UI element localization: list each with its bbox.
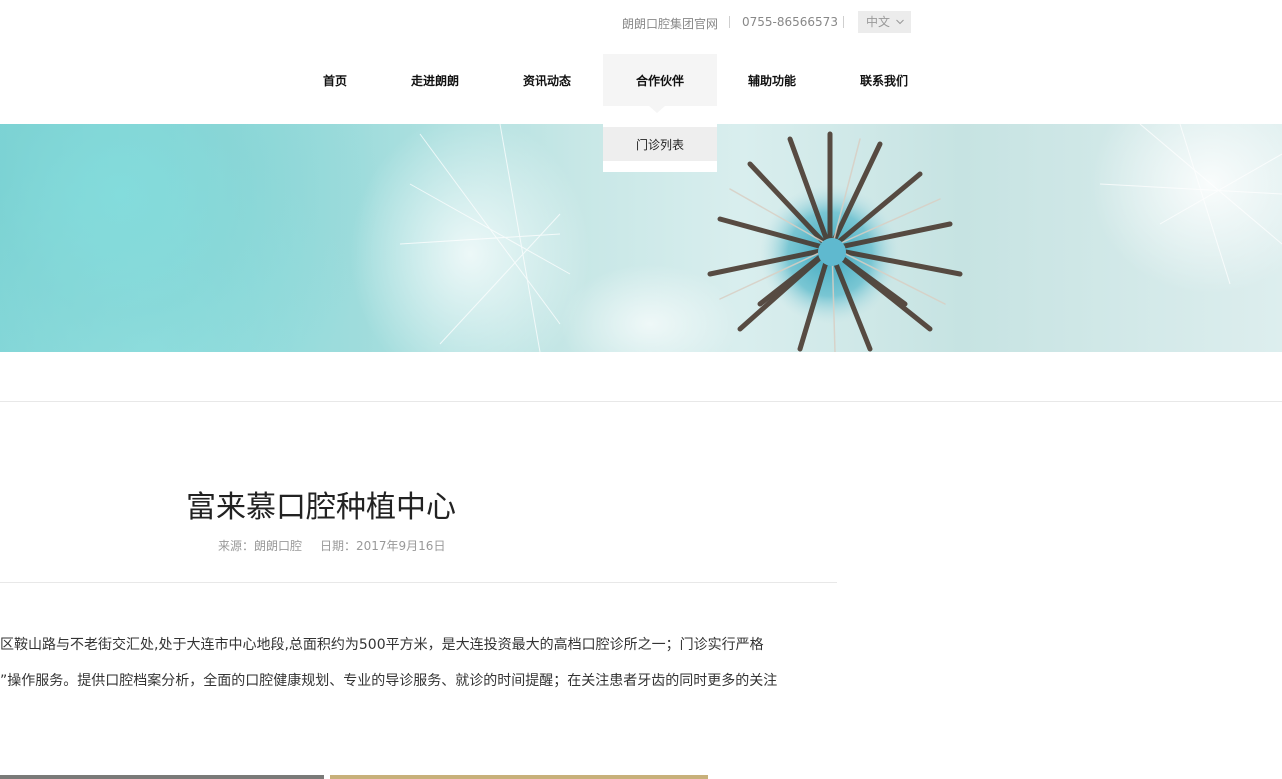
separator (729, 16, 730, 28)
paragraph-text: 手”操作服务。提供口腔档案分析，全面的口腔健康规划、专业的导诊服务、就诊的时间提… (0, 673, 778, 689)
main-nav: 首页 走进朗朗 资讯动态 合作伙伴 辅助功能 联系我们 (0, 54, 1282, 106)
language-label: 中文 (866, 15, 891, 29)
dropdown-caret (649, 106, 665, 113)
language-select[interactable]: 中文 (858, 11, 911, 33)
article-divider (0, 582, 837, 583)
paragraph-text: 岗区鞍山路与不老街交汇处,处于大连市中心地段,总面积约为500平方米，是大连投资… (0, 637, 764, 653)
article-source: 来源：朗朗口腔 (218, 539, 303, 553)
article-date: 日期：2017年9月16日 (320, 539, 446, 553)
nav-item-partners[interactable]: 合作伙伴 (603, 54, 717, 106)
nav-item-news[interactable]: 资讯动态 (492, 54, 602, 106)
article-image (0, 775, 324, 779)
phone-number: 0755-86566573 (742, 15, 838, 29)
top-utility-bar: 朗朗口腔集团官网 0755-86566573 中文 (0, 0, 1282, 44)
nav-item-contact[interactable]: 联系我们 (829, 54, 939, 106)
section-divider (0, 401, 1282, 402)
nav-item-about[interactable]: 走进朗朗 (380, 54, 490, 106)
nav-item-home[interactable]: 首页 (290, 54, 380, 106)
dropdown-item-clinic-list[interactable]: 门诊列表 (603, 127, 717, 161)
article-paragraph: 岗区鞍山路与不老街交汇处,处于大连市中心地段,总面积约为500平方米，是大连投资… (0, 634, 837, 654)
article-paragraph: 手”操作服务。提供口腔档案分析，全面的口腔健康规划、专业的导诊服务、就诊的时间提… (0, 670, 837, 690)
article-title: 富来慕口腔种植中心 (186, 490, 456, 525)
partners-dropdown: 门诊列表 (603, 124, 717, 172)
nav-item-accessibility[interactable]: 辅助功能 (717, 54, 827, 106)
group-site-link[interactable]: 朗朗口腔集团官网 (622, 15, 718, 32)
separator (843, 16, 844, 28)
article-image (330, 775, 708, 779)
chevron-down-icon (896, 19, 904, 25)
